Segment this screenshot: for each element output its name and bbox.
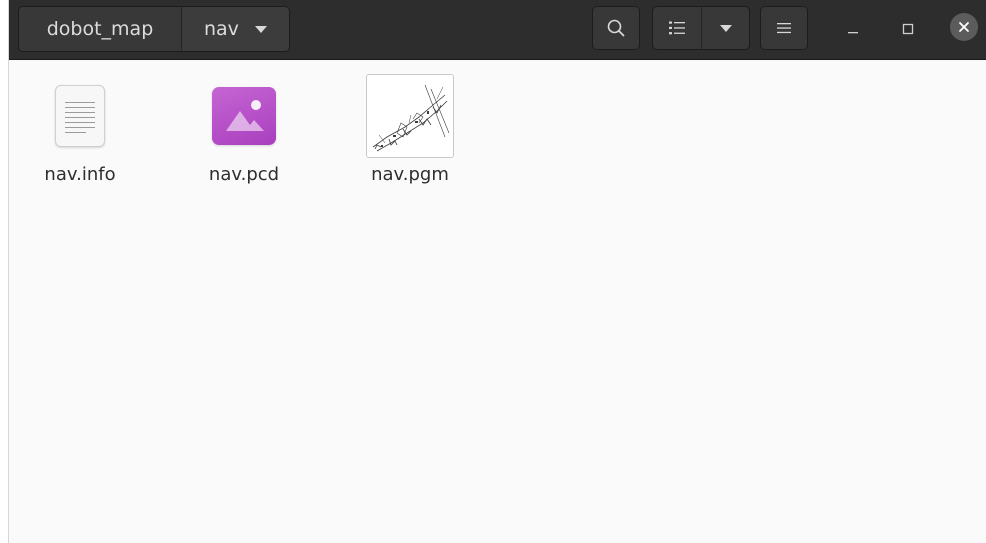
search-icon [607,19,625,37]
image-file-icon [212,87,276,145]
file-thumbnail [355,70,465,162]
view-switcher [652,6,750,50]
map-thumbnail-icon [366,74,454,158]
close-icon [959,22,969,32]
breadcrumb-label: dobot_map [46,18,154,40]
chevron-down-icon [254,25,267,33]
breadcrumb-item-nav[interactable]: nav [181,7,289,51]
chevron-down-icon [719,24,732,32]
list-view-button[interactable] [653,7,703,49]
file-name: nav.pcd [208,164,280,185]
file-item-nav-pcd[interactable]: nav.pcd [189,70,299,185]
list-view-icon [669,21,686,35]
maximize-button[interactable] [893,14,923,44]
file-grid: nav.info nav.pcd nav.pgm [9,60,986,543]
file-name: nav.info [44,164,116,185]
maximize-icon [902,23,914,35]
breadcrumb-item-dobot-map[interactable]: dobot_map [19,7,181,51]
menu-button[interactable] [760,6,808,50]
breadcrumb: dobot_map nav [18,6,290,52]
file-item-nav-info[interactable]: nav.info [25,70,135,185]
search-button[interactable] [592,6,640,50]
header-bar: dobot_map nav [9,0,986,60]
hamburger-menu-icon [777,23,791,34]
minimize-icon [848,32,858,34]
file-manager-window: dobot_map nav nav.info nav.pcd nav.pgm [8,0,986,543]
text-document-icon [55,85,105,147]
file-item-nav-pgm[interactable]: nav.pgm [355,70,465,185]
minimize-button[interactable] [838,14,868,44]
close-button[interactable] [950,13,978,41]
file-thumbnail [189,70,299,162]
breadcrumb-label: nav [204,18,239,40]
file-name: nav.pgm [371,164,449,185]
file-thumbnail [25,70,135,162]
view-options-button[interactable] [702,7,749,49]
